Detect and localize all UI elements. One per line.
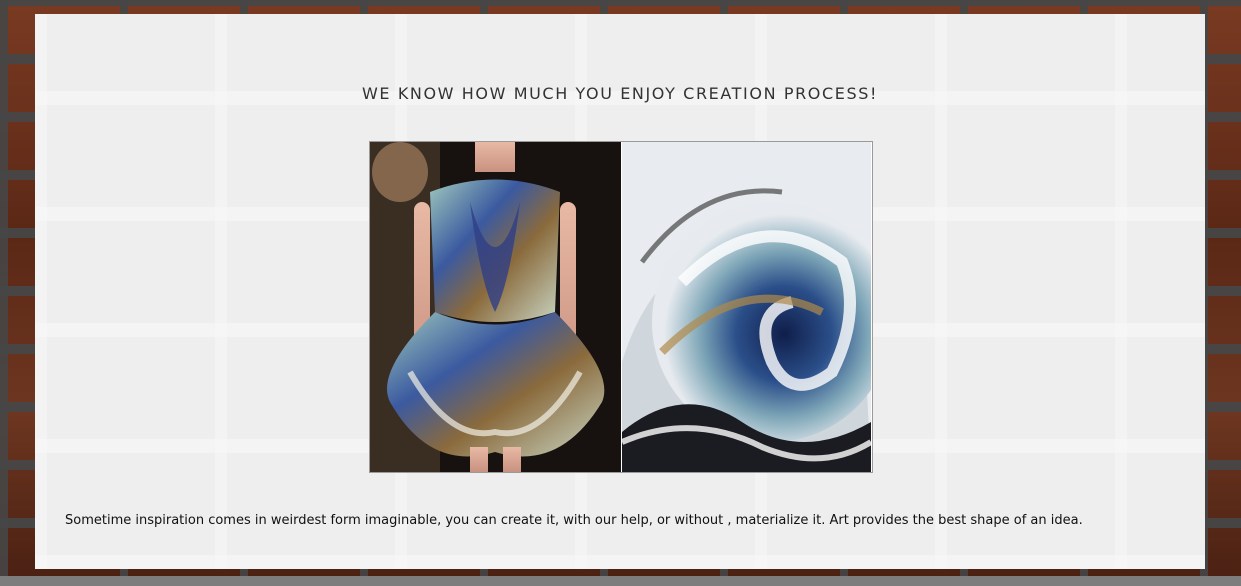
inspiration-image-pair [369,141,873,473]
ocean-wave-painting-image [622,142,871,472]
runway-dress-image [370,142,621,472]
inspiration-caption: Sometime inspiration comes in weirdest f… [65,513,1083,528]
dress-photo [370,142,621,472]
bottom-strip [0,576,1241,586]
page-headline: WE KNOW HOW MUCH YOU ENJOY CREATION PROC… [362,84,878,103]
content-panel: WE KNOW HOW MUCH YOU ENJOY CREATION PROC… [35,14,1205,569]
wave-painting [621,142,871,472]
